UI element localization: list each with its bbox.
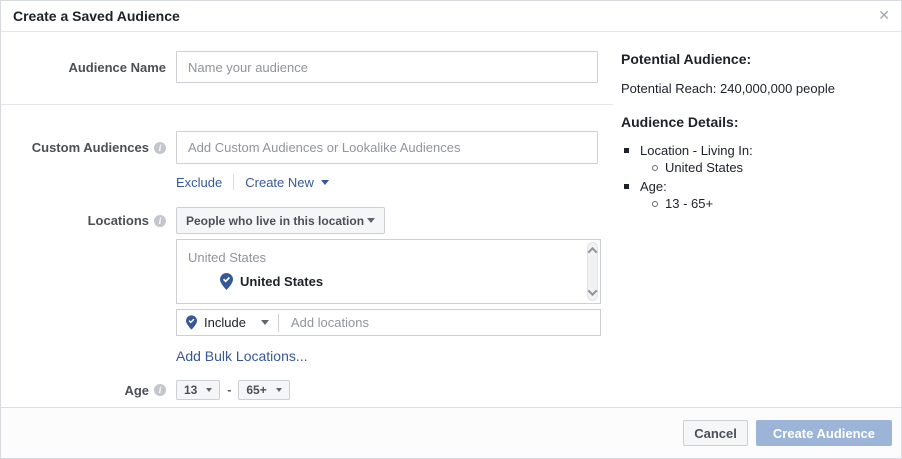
circle-bullet-icon [652,201,658,207]
square-bullet-icon [624,148,629,153]
chevron-down-icon[interactable] [261,320,269,325]
create-new-label: Create New [245,175,314,190]
custom-audiences-row: Custom Audiences i [1,131,613,164]
custom-audiences-links: Exclude Create New [176,174,613,190]
selected-location-name: United States [240,274,323,289]
custom-audiences-input[interactable] [176,131,598,164]
detail-value: 13 - 65+ [665,195,713,212]
detail-row: Age: [621,178,896,195]
custom-audiences-label-text: Custom Audiences [32,140,149,155]
dialog-title: Create a Saved Audience [13,8,180,24]
close-icon[interactable]: ✕ [878,7,890,23]
selected-location-item[interactable]: United States [177,273,600,290]
age-min-value: 13 [184,383,197,397]
age-row: Age i 13 - 65+ [1,380,613,400]
locations-list-box[interactable]: United States United States [176,239,601,304]
scroll-down-icon[interactable] [588,286,598,296]
location-pin-icon [186,315,197,330]
audience-name-input[interactable] [176,51,598,83]
age-max-dropdown[interactable]: 65+ [238,380,289,400]
chevron-down-icon [321,180,329,185]
links-separator [233,174,234,190]
detail-subrow: 13 - 65+ [621,195,896,212]
include-dropdown-label: Include [204,315,246,330]
age-max-value: 65+ [246,383,266,397]
detail-label: Location - Living In: [640,142,753,159]
info-icon[interactable]: i [154,384,166,396]
chevron-down-icon [367,218,375,223]
include-separator [278,314,279,332]
detail-item-age: Age: 13 - 65+ [621,178,896,212]
potential-audience-heading: Potential Audience: [621,51,896,67]
detail-row: Location - Living In: [621,142,896,159]
detail-value: United States [665,159,743,176]
add-bulk-locations-link[interactable]: Add Bulk Locations... [176,348,613,364]
audience-details-heading: Audience Details: [621,114,896,130]
audience-summary-panel: Potential Audience: Potential Reach: 240… [621,31,896,214]
location-typed-text: United States [177,240,600,265]
cancel-button[interactable]: Cancel [683,420,748,446]
info-icon[interactable]: i [154,215,166,227]
audience-details-list: Location - Living In: United States Age:… [621,142,896,212]
locations-row: Locations i People who live in this loca… [1,207,613,234]
chevron-down-icon [276,388,282,392]
create-audience-button[interactable]: Create Audience [756,420,892,446]
detail-label: Age: [640,178,667,195]
audience-name-row: Audience Name [1,51,613,83]
chevron-down-icon [206,388,212,392]
circle-bullet-icon [652,165,658,171]
add-location-row: Include [176,309,601,336]
detail-subrow: United States [621,159,896,176]
detail-item-location: Location - Living In: United States [621,142,896,176]
audience-name-label: Audience Name [1,60,166,75]
locations-label: Locations i [1,213,166,228]
dialog-titlebar: Create a Saved Audience ✕ [1,1,901,32]
audience-form: Audience Name Custom Audiences i Exclude… [1,31,613,400]
section-divider [1,104,613,105]
age-min-dropdown[interactable]: 13 [176,380,220,400]
age-range-separator: - [227,383,231,397]
exclude-link[interactable]: Exclude [176,175,222,190]
add-locations-input[interactable] [289,314,591,331]
potential-reach-text: Potential Reach: 240,000,000 people [621,81,896,96]
age-label-text: Age [124,383,149,398]
age-label: Age i [1,383,166,398]
dialog-footer: Cancel Create Audience [1,407,901,458]
scrollbar[interactable] [587,242,598,301]
info-icon[interactable]: i [154,142,166,154]
location-mode-selected: People who live in this location [186,214,364,228]
create-saved-audience-dialog: Create a Saved Audience ✕ Audience Name … [0,0,902,459]
custom-audiences-label: Custom Audiences i [1,140,166,155]
locations-label-text: Locations [88,213,149,228]
create-new-dropdown[interactable]: Create New [245,175,329,190]
location-pin-icon [220,273,233,290]
scroll-up-icon[interactable] [588,247,598,257]
square-bullet-icon [624,184,629,189]
location-mode-dropdown[interactable]: People who live in this location [176,207,385,234]
audience-name-label-text: Audience Name [68,60,166,75]
